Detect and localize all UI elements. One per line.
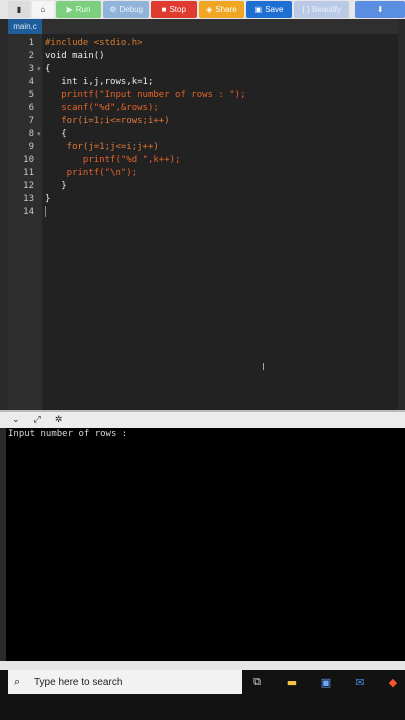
share-button[interactable]: ◈ Share [198, 1, 245, 18]
search-placeholder: Type here to search [34, 676, 123, 688]
code-line: scanf("%d",&rows); [45, 103, 159, 113]
taskbar-search-box[interactable]: ⌕ Type here to search [8, 670, 242, 694]
home-button[interactable]: ⌂ [31, 1, 54, 18]
line-number: 6 [28, 103, 34, 113]
code-line: printf("Input number of rows : "); [45, 90, 246, 100]
share-icon: ◈ [206, 5, 213, 14]
line-number: 8 [28, 129, 34, 139]
line-number: 4 [28, 77, 34, 87]
download-icon: ⬇ [376, 5, 384, 14]
console-bottom-strip [0, 661, 405, 670]
include-directive: #include <stdio.h> [45, 38, 143, 48]
code-line: for(j=1;j<=i;j++) [45, 142, 159, 152]
save-icon: ▣ [254, 5, 263, 14]
file-explorer-icon[interactable]: ▬ [283, 673, 301, 691]
download-button[interactable]: ⬇ [355, 1, 405, 18]
code-line: } [45, 181, 67, 191]
code-line: for(i=1;i<=rows;i++) [45, 116, 170, 126]
line-number: 12 [23, 181, 34, 191]
line-number: 2 [28, 51, 34, 61]
line-number: 14 [23, 207, 34, 217]
line-number: 5 [28, 90, 34, 100]
code-line: printf("%d ",k++); [45, 155, 181, 165]
search-icon: ⌕ [14, 675, 21, 688]
text-caret [45, 206, 46, 217]
file-icon: ▮ [16, 5, 22, 14]
line-number: 13 [23, 194, 34, 204]
fold-icon[interactable]: ▾ [37, 128, 41, 141]
code-line: } [45, 194, 51, 204]
tab-bar: main.c [8, 19, 398, 34]
run-button[interactable]: ▶ Run [55, 1, 102, 18]
line-number: 7 [28, 116, 34, 126]
code-line: { [45, 129, 67, 139]
store-icon[interactable]: ▣ [317, 673, 335, 691]
stop-icon: ■ [161, 5, 167, 14]
code-line: void main() [45, 51, 105, 61]
stop-button[interactable]: ■ Stop [150, 1, 197, 18]
line-number: 10 [23, 155, 34, 165]
expand-icon[interactable]: ⤢ [34, 415, 41, 425]
console-controls: ⌄ ⤢ ✲ [12, 412, 62, 428]
code-line: { [45, 64, 51, 74]
console-text: Input number of rows : [8, 429, 133, 439]
panel-splitter[interactable]: ⌄ ⤢ ✲ [0, 410, 405, 428]
code-area[interactable]: #include <stdio.h> void main() { int i,j… [43, 34, 398, 410]
save-button[interactable]: ▣ Save [246, 1, 292, 18]
brave-browser-icon[interactable]: ◆ [384, 673, 402, 691]
windows-taskbar: ⌕ Type here to search ⧉ ▬ ▣ ✉ ◆ [0, 670, 405, 720]
line-number: 11 [23, 168, 34, 178]
settings-icon[interactable]: ✲ [55, 415, 63, 425]
code-line: printf("\n"); [45, 168, 138, 178]
play-icon: ▶ [66, 5, 73, 14]
code-line: int i,j,rows,k=1; [45, 77, 154, 87]
task-view-icon[interactable]: ⧉ [248, 673, 266, 691]
code-editor[interactable]: 1 2 3 ▾ 4 5 6 7 8 ▾ 9 10 11 12 13 14 #in… [8, 34, 398, 410]
tab-main-c[interactable]: main.c [8, 19, 42, 34]
debug-button[interactable]: ⚙ Debug [103, 1, 149, 18]
debug-icon: ⚙ [109, 5, 117, 14]
line-number: 1 [28, 38, 34, 48]
mail-icon[interactable]: ✉ [351, 673, 369, 691]
mouse-ibeam-cursor-icon: I [262, 362, 265, 373]
fold-icon[interactable]: ▾ [37, 63, 41, 76]
console-output[interactable]: Input number of rows : [6, 428, 405, 661]
home-icon: ⌂ [40, 5, 46, 14]
code-line: #include <stdio.h> [45, 37, 143, 50]
beautify-button[interactable]: { } Beautify [293, 1, 350, 18]
chevron-down-icon[interactable]: ⌄ [12, 415, 20, 425]
file-button[interactable]: ▮ [8, 1, 30, 18]
line-number: 3 [28, 64, 34, 74]
line-number: 9 [28, 142, 34, 152]
toolbar: ▮ ⌂ ▶ Run ⚙ Debug ■ Stop ◈ Share ▣ Save { } B… [8, 0, 405, 19]
line-number-gutter: 1 2 3 ▾ 4 5 6 7 8 ▾ 9 10 11 12 13 14 [8, 34, 42, 410]
